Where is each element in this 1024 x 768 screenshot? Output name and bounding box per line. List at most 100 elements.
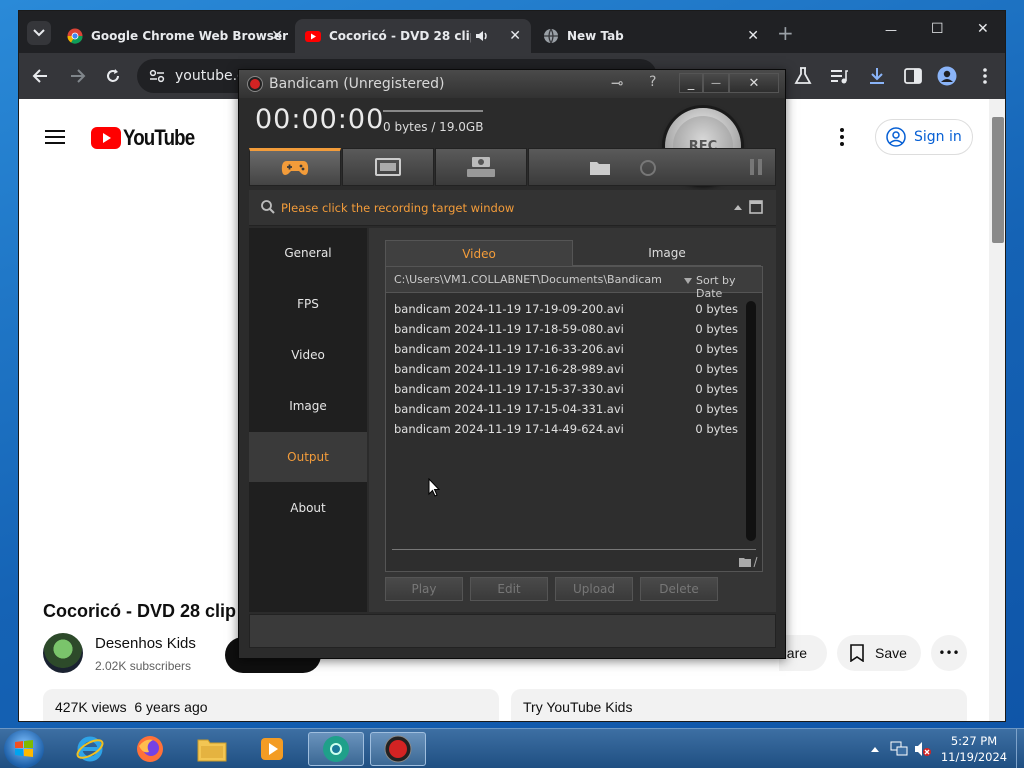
clock[interactable]: 5:27 PM 11/19/2024 <box>936 733 1012 765</box>
edit-label: Edit <box>497 582 521 596</box>
description-box[interactable]: 427K views 6 years ago <box>43 689 499 721</box>
close-tab-icon[interactable]: ✕ <box>747 28 759 44</box>
camera-icon[interactable] <box>637 158 659 176</box>
tab-search-button[interactable] <box>27 21 51 45</box>
site-settings-icon[interactable] <box>149 69 165 83</box>
tab-new-tab[interactable]: New Tab ✕ <box>533 19 769 53</box>
delete-button[interactable]: Delete <box>640 577 718 601</box>
tab-title: New Tab <box>567 29 624 43</box>
more-actions-button[interactable]: ••• <box>931 635 967 671</box>
help-icon[interactable]: ? <box>649 74 656 90</box>
upload-button[interactable]: Upload <box>555 577 633 601</box>
more-options-icon[interactable] <box>839 127 845 147</box>
file-size-value: 0 bytes <box>695 422 738 436</box>
labs-flask-icon[interactable] <box>793 66 813 86</box>
save-label: Save <box>875 645 907 661</box>
file-row[interactable]: bandicam 2024-11-19 17-18-59-080.avi 0 by… <box>394 319 738 339</box>
collapse-up-icon[interactable] <box>733 203 743 211</box>
download-icon[interactable] <box>867 66 887 86</box>
key-icon[interactable]: ⊸ <box>611 74 624 92</box>
file-list-scrollbar[interactable] <box>746 301 756 541</box>
open-folder-icon[interactable] <box>738 556 758 568</box>
youtube-logo[interactable]: YouTube <box>91 125 207 151</box>
save-button[interactable]: Save <box>837 635 921 671</box>
show-desktop-button[interactable] <box>1016 729 1024 768</box>
start-button[interactable] <box>4 730 44 768</box>
file-row[interactable]: bandicam 2024-11-19 17-19-09-200.avi 0 by… <box>394 299 738 319</box>
timer-display: 00:00:00 <box>255 104 385 135</box>
pause-icon[interactable] <box>749 158 763 176</box>
file-row[interactable]: bandicam 2024-11-19 17-15-37-330.avi 0 by… <box>394 379 738 399</box>
forward-arrow-icon[interactable] <box>67 66 87 86</box>
scrollbar-thumb[interactable] <box>992 117 1004 243</box>
sidebar-item-about[interactable]: About <box>249 483 367 533</box>
close-label: ✕ <box>748 75 760 91</box>
window-icon[interactable] <box>749 200 763 214</box>
volume-muted-icon[interactable] <box>914 741 932 757</box>
mini-mode-button[interactable]: _ <box>679 73 703 93</box>
new-tab-button[interactable]: + <box>777 21 794 45</box>
side-panel-icon[interactable] <box>903 66 923 86</box>
sidebar-item-image[interactable]: Image <box>249 381 367 431</box>
profile-icon[interactable] <box>937 66 957 86</box>
page-scrollbar[interactable] <box>989 99 1005 721</box>
close-window-button[interactable]: ✕ <box>977 21 989 37</box>
bandicam-close-button[interactable]: ✕ <box>729 73 779 93</box>
sign-in-button[interactable]: Sign in <box>875 119 973 155</box>
image-subtab[interactable]: Image <box>573 240 761 266</box>
video-subtab[interactable]: Video <box>385 240 573 266</box>
close-tab-icon[interactable]: ✕ <box>271 28 283 44</box>
network-icon[interactable] <box>890 741 908 757</box>
sort-dropdown-icon[interactable] <box>684 278 692 284</box>
sidebar-item-general[interactable]: General <box>249 228 367 278</box>
taskbar-chrome[interactable] <box>308 732 364 766</box>
bandicam-record-icon <box>247 76 263 92</box>
youtube-icon <box>305 31 321 42</box>
bandicam-titlebar[interactable]: Bandicam (Unregistered) ⊸ ? _ — ✕ <box>239 70 785 98</box>
sidebar-item-output[interactable]: Output <box>249 432 367 482</box>
play-button[interactable]: Play <box>385 577 463 601</box>
sidebar-item-fps[interactable]: FPS <box>249 279 367 329</box>
bandicam-minimize-button[interactable]: — <box>703 73 729 93</box>
file-row[interactable]: bandicam 2024-11-19 17-16-28-989.avi 0 by… <box>394 359 738 379</box>
screen-mode-tab[interactable] <box>342 148 434 186</box>
taskbar-file-explorer[interactable] <box>184 732 240 766</box>
game-mode-tab[interactable] <box>249 148 341 186</box>
upload-label: Upload <box>572 582 616 596</box>
minimize-button[interactable]: — <box>885 23 897 37</box>
taskbar-firefox[interactable] <box>122 732 178 766</box>
share-button[interactable]: hare <box>779 635 827 671</box>
channel-name[interactable]: Desenhos Kids <box>95 635 196 652</box>
sidebar-item-video[interactable]: Video <box>249 330 367 380</box>
speaker-icon[interactable] <box>475 29 489 43</box>
chrome-menu-icon[interactable] <box>975 66 995 86</box>
file-name: bandicam 2024-11-19 17-19-09-200.avi <box>394 302 624 316</box>
maximize-button[interactable]: ☐ <box>931 21 944 37</box>
file-name: bandicam 2024-11-19 17-16-33-206.avi <box>394 342 624 356</box>
reload-icon[interactable] <box>103 66 123 86</box>
youtube-kids-label: Try YouTube Kids <box>523 699 633 715</box>
device-mode-tab[interactable] <box>435 148 527 186</box>
taskbar-internet-explorer[interactable] <box>62 732 118 766</box>
tab-cocorico[interactable]: Cocoricó - DVD 28 clipes M ✕ <box>295 19 531 53</box>
media-queue-icon[interactable] <box>829 66 849 86</box>
tab-chrome-browser[interactable]: Google Chrome Web Browser ✕ <box>57 19 293 53</box>
hamburger-menu-icon[interactable] <box>45 129 65 145</box>
file-row[interactable]: bandicam 2024-11-19 17-15-04-331.avi 0 by… <box>394 399 738 419</box>
bandicam-icon <box>384 735 412 763</box>
taskbar-bandicam[interactable] <box>370 732 426 766</box>
youtube-kids-banner[interactable]: Try YouTube Kids <box>511 689 967 721</box>
taskbar-media-player[interactable] <box>244 732 300 766</box>
sidebar-label: Output <box>287 450 329 464</box>
file-row[interactable]: bandicam 2024-11-19 17-16-33-206.avi 0 by… <box>394 339 738 359</box>
file-row[interactable]: bandicam 2024-11-19 17-14-49-624.avi 0 by… <box>394 419 738 439</box>
output-path: C:\Users\VM1.COLLABNET\Documents\Bandica… <box>394 273 662 286</box>
channel-avatar[interactable] <box>43 633 83 673</box>
sort-selector[interactable]: Sort by Date <box>696 274 762 300</box>
back-arrow-icon[interactable] <box>31 66 51 86</box>
close-tab-icon[interactable]: ✕ <box>509 28 521 44</box>
tab-title: Cocoricó - DVD 28 clipes M <box>329 29 471 43</box>
edit-button[interactable]: Edit <box>470 577 548 601</box>
folder-icon[interactable] <box>589 158 611 176</box>
show-hidden-icons-icon[interactable] <box>870 745 880 753</box>
